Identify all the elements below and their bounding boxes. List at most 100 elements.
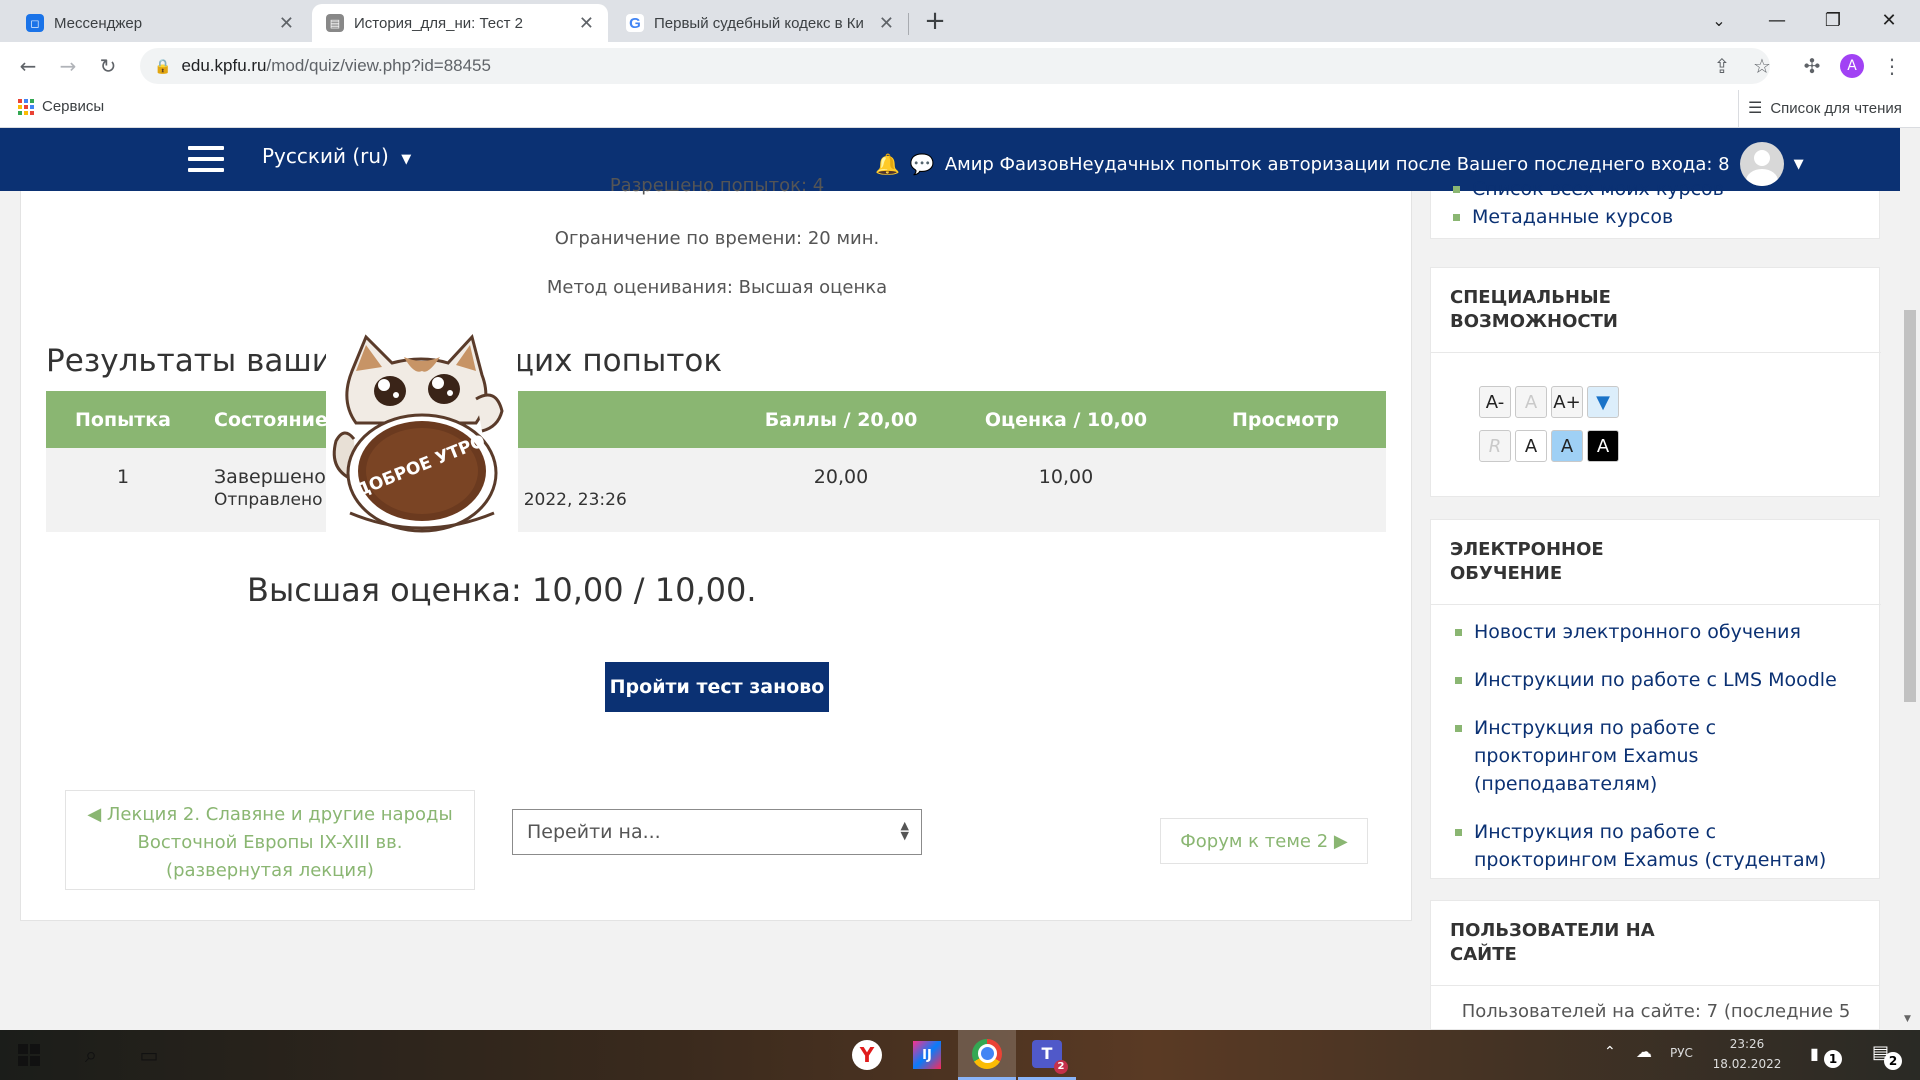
restore-button[interactable]: ❐ — [1806, 0, 1860, 40]
bookmark-star-icon[interactable]: ☆ — [1746, 50, 1778, 82]
network-icon[interactable]: ☁ — [1636, 1042, 1652, 1061]
teams-badge: 2 — [1054, 1059, 1068, 1074]
intellij-icon: IJ — [913, 1041, 941, 1069]
main-region: Разрешено попыток: 4 Ограничение по врем… — [20, 175, 1412, 921]
windows-taskbar: ⌕ ▭ Y IJ T 2 ⌃ ☁ РУС 23:26 18.02.2022 ▮ … — [0, 1030, 1920, 1080]
colour-blue-button[interactable]: A — [1551, 430, 1583, 462]
close-tab-icon[interactable]: ✕ — [579, 13, 594, 34]
start-button[interactable] — [0, 1030, 58, 1080]
tray-clock[interactable]: 23:26 18.02.2022 — [1712, 1034, 1782, 1074]
focus-assist-icon[interactable]: ▮ — [1810, 1044, 1819, 1063]
tray-time: 23:26 — [1729, 1037, 1765, 1051]
tab-title: Первый судебный кодекс в Ки — [654, 14, 864, 32]
block-divider — [1431, 352, 1881, 353]
col-attempt: Попытка — [46, 391, 200, 448]
reading-list-button[interactable]: ☰ Список для чтения — [1748, 98, 1902, 118]
caret-down-icon[interactable]: ▼ — [1794, 157, 1804, 172]
chrome-app[interactable] — [958, 1030, 1016, 1080]
previous-activity-link[interactable]: ◀ Лекция 2. Славяне и другие народы Вост… — [65, 790, 475, 890]
next-activity-link[interactable]: Форум к теме 2 ▶ — [1160, 818, 1368, 864]
page-icon: ▤ — [326, 14, 344, 32]
task-view-icon[interactable]: ▭ — [120, 1030, 178, 1080]
back-button[interactable]: ← — [12, 50, 44, 82]
hamburger-menu-icon[interactable] — [188, 146, 224, 174]
reset-colour-button[interactable]: R — [1479, 430, 1511, 462]
google-icon: G — [626, 14, 644, 32]
teams-app[interactable]: T 2 — [1018, 1030, 1076, 1080]
scroll-down-arrow-icon[interactable]: ▼ — [1904, 1014, 1911, 1024]
online-users-title: ПОЛЬЗОВАТЕЛИ НА САЙТЕ — [1450, 920, 1655, 965]
decrease-font-button[interactable]: A- — [1479, 386, 1511, 418]
close-window-button[interactable]: ✕ — [1862, 0, 1916, 40]
jump-to-select[interactable]: Перейти на... ▲ ▼ — [512, 809, 922, 855]
chat-icon[interactable]: 💬 — [910, 152, 935, 176]
col-review: Просмотр — [1185, 391, 1386, 448]
block-divider — [1431, 985, 1879, 986]
list-item[interactable]: Инструкция по работе с прокторингом Exam… — [1453, 714, 1863, 798]
tab-google[interactable]: G Первый судебный кодекс в Ки ✕ — [612, 4, 908, 42]
forward-button[interactable]: → — [52, 50, 84, 82]
table-header-row: Попытка Состояние Баллы / 20,00 Оценка /… — [46, 391, 1386, 448]
share-icon[interactable]: ⇪ — [1706, 50, 1738, 82]
list-item[interactable]: Список всех моих курсов — [1451, 175, 1724, 203]
tray-language[interactable]: РУС — [1670, 1046, 1693, 1060]
tray-badge: 1 — [1824, 1050, 1842, 1068]
retake-quiz-button[interactable]: Пройти тест заново — [605, 662, 829, 712]
tab-title: История_для_ни: Тест 2 — [354, 14, 524, 32]
cat-coffee-sticker: ДОБРОЕ УТРО — [332, 333, 504, 533]
url-text: edu.kpfu.ru/mod/quiz/view.php?id=88455 — [181, 56, 491, 75]
attempt-number: 1 — [46, 448, 200, 532]
increase-font-button[interactable]: A+ — [1551, 386, 1583, 418]
courses-block: Список всех моих курсов Метаданные курсо… — [1430, 178, 1880, 239]
profile-button[interactable]: A — [1836, 50, 1868, 82]
apps-bookmark[interactable]: Сервисы — [18, 98, 104, 115]
bell-icon[interactable]: 🔔 — [875, 152, 900, 176]
elearning-title: ЭЛЕКТРОННОЕ ОБУЧЕНИЕ — [1450, 539, 1604, 584]
tab-title: Мессенджер — [54, 14, 143, 32]
list-item[interactable]: Инструкция по работе с прокторингом Exam… — [1453, 818, 1863, 874]
tab-separator — [908, 13, 909, 35]
minimize-button[interactable]: — — [1750, 0, 1804, 40]
reading-list-label: Список для чтения — [1770, 99, 1902, 117]
tab-messenger[interactable]: ◻ Мессенджер ✕ — [12, 4, 308, 42]
online-users-text: Пользователей на сайте: 7 (последние 5 — [1461, 1001, 1851, 1022]
jetbrains-app[interactable]: IJ — [898, 1030, 956, 1080]
apps-label: Сервисы — [42, 98, 105, 115]
courses-list: Список всех моих курсов Метаданные курсо… — [1451, 175, 1724, 231]
attempt-review[interactable] — [1185, 448, 1386, 532]
tab-quiz[interactable]: ▤ История_для_ни: Тест 2 ✕ — [312, 4, 608, 42]
yandex-browser-app[interactable]: Y — [838, 1030, 896, 1080]
col-points: Баллы / 20,00 — [735, 391, 947, 448]
menu-icon[interactable]: ⋮ — [1876, 50, 1908, 82]
elearning-block: ЭЛЕКТРОННОЕ ОБУЧЕНИЕ Новости электронног… — [1430, 519, 1881, 879]
apps-grid-icon — [18, 98, 34, 115]
time-limit: Ограничение по времени: 20 мин. — [554, 228, 880, 249]
reset-font-button[interactable]: A — [1515, 386, 1547, 418]
save-settings-icon[interactable]: ▼ — [1587, 386, 1619, 418]
close-tab-icon[interactable]: ✕ — [279, 13, 294, 34]
close-tab-icon[interactable]: ✕ — [879, 13, 894, 34]
sticker-overlay: ДОБРОЕ УТРО — [326, 331, 518, 536]
search-icon[interactable]: ⌕ — [62, 1030, 120, 1080]
reading-list-icon: ☰ — [1748, 100, 1763, 117]
colour-black-button[interactable]: A — [1587, 430, 1619, 462]
tray-chevron-icon[interactable]: ⌃ — [1604, 1044, 1616, 1060]
list-item[interactable]: Инструкции по работе с LMS Moodle — [1453, 666, 1863, 694]
grading-method: Метод оценивания: Высшая оценка — [546, 277, 888, 298]
list-item[interactable]: Метаданные курсов — [1451, 203, 1724, 231]
bookbar-divider — [1738, 90, 1739, 128]
user-avatar[interactable] — [1739, 142, 1784, 186]
caret-down-icon: ▼ — [401, 152, 412, 167]
reload-button[interactable]: ↻ — [92, 50, 124, 82]
tab-search-button[interactable]: ⌄ — [1692, 0, 1746, 40]
list-item[interactable]: Новости электронного обучения — [1453, 618, 1863, 646]
language-menu[interactable]: Русский (ru) ▼ — [262, 144, 411, 168]
new-tab-button[interactable]: + — [920, 6, 950, 36]
address-bar[interactable]: 🔒 edu.kpfu.ru/mod/quiz/view.php?id=88455 — [140, 48, 1770, 84]
lock-icon: 🔒 — [154, 57, 172, 74]
extensions-icon[interactable]: ✣ — [1796, 50, 1828, 82]
language-label: Русский (ru) — [262, 144, 389, 168]
colour-white-button[interactable]: A — [1515, 430, 1547, 462]
block-divider — [1431, 604, 1881, 605]
scrollbar-thumb[interactable] — [1904, 310, 1916, 702]
